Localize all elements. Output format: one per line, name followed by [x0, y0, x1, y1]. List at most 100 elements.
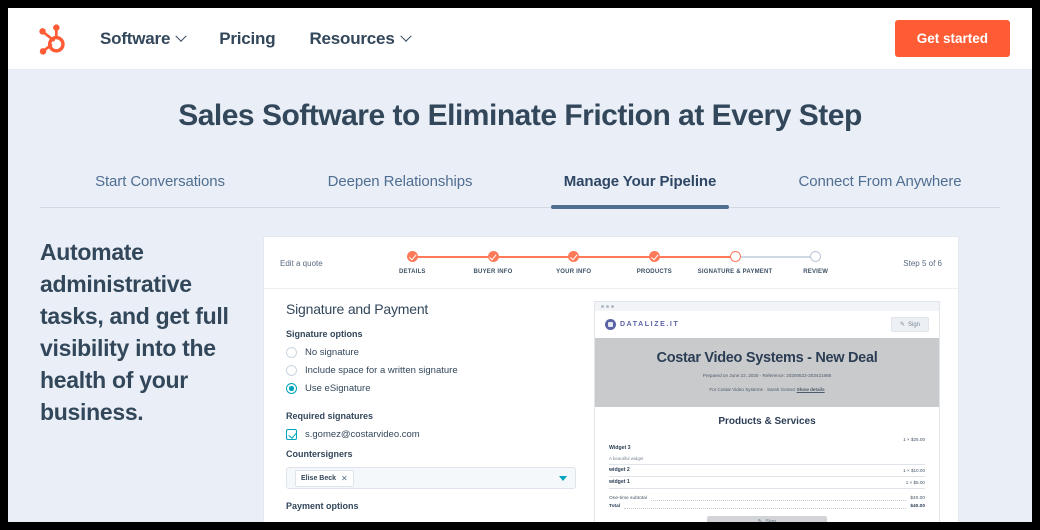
page-frame: Software Pricing Resources Get started S… — [8, 8, 1032, 522]
quote-wizard-stepper: Edit a quote DETAILS BUYER INFO — [264, 237, 958, 289]
step-buyer-info[interactable]: BUYER INFO — [453, 251, 534, 275]
datalize-mark-icon — [605, 319, 616, 330]
pen-icon: ✎ — [900, 321, 905, 328]
nav-item-pricing[interactable]: Pricing — [219, 29, 275, 49]
preview-header: DATALIZE.IT ✎ Sign — [595, 311, 939, 338]
radio-icon — [286, 347, 297, 358]
step-your-info-label: YOUR INFO — [533, 269, 614, 275]
window-dot — [606, 305, 609, 308]
nav-links: Software Pricing Resources — [100, 29, 410, 49]
quote-preview: DATALIZE.IT ✎ Sign Costar Video Systems … — [594, 301, 940, 522]
line-item-amount: 1 × $25.00 — [903, 436, 925, 442]
pen-icon: ✎ — [758, 519, 763, 522]
line-item-description: A beautiful widget — [609, 456, 643, 461]
chevron-down-icon — [400, 30, 411, 41]
check-icon — [568, 251, 579, 262]
check-icon — [649, 251, 660, 262]
tab-start-conversations[interactable]: Start Conversations — [40, 167, 280, 207]
preview-sign-button[interactable]: ✎ Sign — [891, 317, 929, 332]
radio-icon — [286, 365, 297, 376]
get-started-button[interactable]: Get started — [895, 20, 1010, 57]
leader-dots — [624, 504, 906, 509]
preview-sign-button-label: Sign — [908, 322, 920, 328]
line-item-row: Widget 3 A beautiful widget 1 × $25.00 — [609, 434, 925, 465]
content-area: Automate administrative tasks, and get f… — [8, 208, 1032, 522]
step-details[interactable]: DETAILS — [372, 251, 453, 275]
stepper-steps: DETAILS BUYER INFO YOUR INFO — [364, 251, 864, 275]
quote-title: Costar Video Systems - New Deal — [605, 350, 929, 366]
step-counter: Step 5 of 6 — [864, 251, 942, 268]
window-dot — [611, 305, 614, 308]
line-item-amount: 1 × $10.00 — [903, 467, 925, 473]
radio-no-signature[interactable]: No signature — [286, 347, 576, 358]
tab-bar: Start Conversations Deepen Relationships… — [40, 167, 1000, 208]
quote-meta-line-2-text: For Costar Video Systems · Sarah Gomez — [709, 387, 796, 392]
page-title: Sales Software to Eliminate Friction at … — [8, 70, 1032, 133]
subtotal-label: One-time subtotal — [609, 496, 647, 501]
step-products[interactable]: PRODUCTS — [614, 251, 695, 275]
show-details-link[interactable]: Show details — [797, 387, 825, 392]
feature-description: Automate administrative tasks, and get f… — [8, 236, 240, 522]
nav-item-pricing-label: Pricing — [219, 29, 275, 49]
edit-quote-label: Edit a quote — [280, 251, 364, 268]
signature-options-label: Signature options — [286, 329, 576, 339]
line-item-amount: 1 × $5.00 — [906, 479, 925, 485]
line-item-name: Widget 3 — [609, 445, 631, 451]
radio-use-esignature[interactable]: Use eSignature — [286, 383, 576, 394]
top-navigation: Software Pricing Resources Get started — [8, 8, 1032, 70]
required-signature-row[interactable]: s.gomez@costarvideo.com — [286, 429, 576, 440]
line-item-name: widget 1 — [609, 479, 630, 485]
subtotal-row: One-time subtotal $40.00 — [609, 496, 925, 501]
step-review[interactable]: REVIEW — [775, 251, 856, 275]
step-pending-icon — [810, 251, 821, 262]
step-products-label: PRODUCTS — [614, 269, 695, 275]
line-item-text: Widget 3 A beautiful widget — [609, 436, 643, 461]
chevron-down-icon[interactable] — [559, 476, 567, 481]
step-your-info[interactable]: YOUR INFO — [533, 251, 614, 275]
quote-sign-button-label: Sign — [765, 519, 776, 522]
datalize-wordmark: DATALIZE.IT — [620, 321, 679, 328]
step-signature-and-payment-label: SIGNATURE & PAYMENT — [695, 269, 776, 275]
subtotal-value: $40.00 — [910, 496, 925, 501]
product-screenshot-card: Edit a quote DETAILS BUYER INFO — [263, 236, 959, 522]
step-buyer-info-label: BUYER INFO — [453, 269, 534, 275]
quote-meta-line-1: Prepared on June 22, 2020 · Reference: 2… — [605, 372, 929, 380]
quote-banner: Costar Video Systems - New Deal Prepared… — [595, 338, 939, 407]
total-value: $40.00 — [910, 504, 925, 509]
radio-no-signature-label: No signature — [305, 347, 359, 358]
signature-payment-form: Signature and Payment Signature options … — [264, 301, 594, 522]
line-item-row: widget 2 1 × $10.00 — [609, 465, 925, 477]
countersigner-chip-label: Elise Beck — [301, 475, 336, 482]
nav-item-software-label: Software — [100, 29, 170, 49]
quote-meta-line-2: For Costar Video Systems · Sarah Gomez S… — [605, 386, 929, 394]
countersigner-chip[interactable]: Elise Beck ✕ — [295, 470, 354, 487]
close-icon[interactable]: ✕ — [341, 474, 348, 483]
spacer — [286, 401, 576, 411]
tab-deepen-relationships[interactable]: Deepen Relationships — [280, 167, 520, 207]
quote-sign-button[interactable]: ✎ Sign — [707, 516, 827, 523]
required-signature-email: s.gomez@costarvideo.com — [305, 429, 420, 440]
step-review-label: REVIEW — [775, 269, 856, 275]
preview-window-dots — [595, 302, 939, 311]
step-details-label: DETAILS — [372, 269, 453, 275]
leader-dots — [651, 496, 906, 501]
step-signature-and-payment[interactable]: SIGNATURE & PAYMENT — [695, 251, 776, 275]
check-icon — [407, 251, 418, 262]
hubspot-sprocket-logo[interactable] — [34, 20, 72, 58]
nav-item-resources[interactable]: Resources — [309, 29, 409, 49]
step-connector — [493, 256, 574, 258]
line-item-row: widget 1 1 × $5.00 — [609, 477, 925, 489]
step-current-icon — [730, 251, 741, 262]
nav-item-software[interactable]: Software — [100, 29, 185, 49]
radio-written-signature[interactable]: Include space for a written signature — [286, 365, 576, 376]
check-icon — [488, 251, 499, 262]
window-dot — [601, 305, 604, 308]
nav-item-resources-label: Resources — [309, 29, 394, 49]
products-services-section: Products & Services Widget 3 A beautiful… — [595, 407, 939, 522]
line-item-name: widget 2 — [609, 467, 630, 473]
radio-written-signature-label: Include space for a written signature — [305, 365, 458, 376]
tab-manage-your-pipeline[interactable]: Manage Your Pipeline — [520, 167, 760, 207]
tab-connect-from-anywhere[interactable]: Connect From Anywhere — [760, 167, 1000, 207]
form-heading: Signature and Payment — [286, 301, 576, 317]
countersigners-select[interactable]: Elise Beck ✕ — [286, 467, 576, 489]
